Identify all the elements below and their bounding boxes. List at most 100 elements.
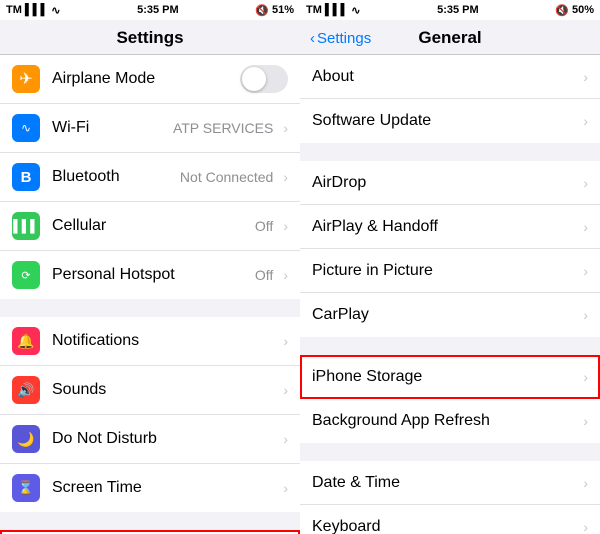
- left-status-left: TM ▌▌▌ ∿: [6, 4, 61, 17]
- screentime-chevron: ›: [283, 480, 288, 496]
- wifi-label: Wi-Fi: [52, 119, 173, 137]
- back-chevron: ‹: [310, 30, 315, 47]
- row-about[interactable]: About ›: [300, 55, 600, 99]
- left-status-right: 🔇 51%: [255, 4, 294, 17]
- datetime-group: Date & Time › Keyboard › Fonts ›: [300, 461, 600, 534]
- left-settings-list: ✈ Airplane Mode ∿ Wi-Fi ATP SERVICES › B…: [0, 55, 300, 534]
- airplay-chevron: ›: [583, 219, 588, 235]
- backgroundapprefresh-chevron: ›: [583, 413, 588, 429]
- screentime-label: Screen Time: [52, 479, 279, 497]
- back-label[interactable]: Settings: [317, 30, 371, 47]
- row-hotspot[interactable]: ⟳ Personal Hotspot Off ›: [0, 251, 300, 299]
- back-button[interactable]: ‹ Settings: [310, 30, 371, 47]
- row-donotdisturb[interactable]: 🌙 Do Not Disturb ›: [0, 415, 300, 464]
- iphonestorage-label: iPhone Storage: [312, 368, 579, 386]
- right-panel: TM ▌▌▌ ∿ 5:35 PM 🔇 50% ‹ Settings Genera…: [300, 0, 600, 534]
- cellular-icon: ▌▌▌: [12, 212, 40, 240]
- wifi-icon: ∿: [12, 114, 40, 142]
- hotspot-value: Off: [255, 267, 273, 283]
- datetime-chevron: ›: [583, 475, 588, 491]
- wifi-icon-right: ∿: [351, 4, 360, 17]
- row-airplane[interactable]: ✈ Airplane Mode: [0, 55, 300, 104]
- row-keyboard[interactable]: Keyboard ›: [300, 505, 600, 534]
- row-general[interactable]: ⚙ General ›: [0, 530, 300, 534]
- row-cellular[interactable]: ▌▌▌ Cellular Off ›: [0, 202, 300, 251]
- time-left: 5:35 PM: [137, 4, 179, 16]
- airplane-toggle[interactable]: [240, 65, 288, 93]
- right-title: General: [418, 28, 481, 48]
- left-title: Settings: [116, 28, 183, 47]
- keyboard-label: Keyboard: [312, 518, 579, 534]
- signal-left: ▌▌▌: [25, 4, 48, 16]
- right-status-left: TM ▌▌▌ ∿: [306, 4, 361, 17]
- pictureinpicture-chevron: ›: [583, 263, 588, 279]
- about-label: About: [312, 68, 579, 86]
- hotspot-chevron: ›: [283, 267, 288, 283]
- divider-2: [0, 512, 300, 530]
- datetime-label: Date & Time: [312, 474, 579, 492]
- wifi-icon-left: ∿: [51, 4, 60, 17]
- pictureinpicture-label: Picture in Picture: [312, 262, 579, 280]
- right-status-bar: TM ▌▌▌ ∿ 5:35 PM 🔇 50%: [300, 0, 600, 20]
- row-screentime[interactable]: ⌛ Screen Time ›: [0, 464, 300, 512]
- wifi-chevron: ›: [283, 120, 288, 136]
- general-group: ⚙ General › ⊞ Control Center › AA Displa…: [0, 530, 300, 534]
- battery-pct-right: 50%: [572, 4, 594, 16]
- notifications-group: 🔔 Notifications › 🔊 Sounds › 🌙 Do Not Di…: [0, 317, 300, 512]
- right-divider-3: [300, 443, 600, 461]
- bluetooth-icon: B: [12, 163, 40, 191]
- about-chevron: ›: [583, 69, 588, 85]
- row-bluetooth[interactable]: B Bluetooth Not Connected ›: [0, 153, 300, 202]
- row-backgroundapprefresh[interactable]: Background App Refresh ›: [300, 399, 600, 443]
- softwareupdate-label: Software Update: [312, 112, 579, 130]
- iphonestorage-chevron: ›: [583, 369, 588, 385]
- right-status-right: 🔇 50%: [555, 4, 594, 17]
- right-panel-header: ‹ Settings General: [300, 20, 600, 55]
- sounds-label: Sounds: [52, 381, 279, 399]
- left-panel: TM ▌▌▌ ∿ 5:35 PM 🔇 51% Settings ✈ Airpla…: [0, 0, 300, 534]
- right-divider-1: [300, 143, 600, 161]
- carrier-right: TM: [306, 4, 322, 16]
- softwareupdate-chevron: ›: [583, 113, 588, 129]
- battery-pct-left: 51%: [272, 4, 294, 16]
- airplay-label: AirPlay & Handoff: [312, 218, 579, 236]
- notifications-icon: 🔔: [12, 327, 40, 355]
- hotspot-label: Personal Hotspot: [52, 266, 255, 284]
- divider-1: [0, 299, 300, 317]
- row-datetime[interactable]: Date & Time ›: [300, 461, 600, 505]
- airdrop-chevron: ›: [583, 175, 588, 191]
- bluetooth-value: Not Connected: [180, 169, 273, 185]
- notifications-chevron: ›: [283, 333, 288, 349]
- row-pictureinpicture[interactable]: Picture in Picture ›: [300, 249, 600, 293]
- row-softwareupdate[interactable]: Software Update ›: [300, 99, 600, 143]
- row-carplay[interactable]: CarPlay ›: [300, 293, 600, 337]
- row-airplay[interactable]: AirPlay & Handoff ›: [300, 205, 600, 249]
- row-airdrop[interactable]: AirDrop ›: [300, 161, 600, 205]
- left-status-bar: TM ▌▌▌ ∿ 5:35 PM 🔇 51%: [0, 0, 300, 20]
- right-settings-list: About › Software Update › AirDrop › AirP…: [300, 55, 600, 534]
- right-divider-2: [300, 337, 600, 355]
- row-notifications[interactable]: 🔔 Notifications ›: [0, 317, 300, 366]
- airplane-icon: ✈: [12, 65, 40, 93]
- signal-right: ▌▌▌: [325, 4, 348, 16]
- time-right: 5:35 PM: [437, 4, 479, 16]
- sounds-chevron: ›: [283, 382, 288, 398]
- backgroundapprefresh-label: Background App Refresh: [312, 412, 579, 430]
- battery-icon-left: 🔇: [255, 4, 269, 17]
- row-wifi[interactable]: ∿ Wi-Fi ATP SERVICES ›: [0, 104, 300, 153]
- carplay-label: CarPlay: [312, 306, 579, 324]
- row-sounds[interactable]: 🔊 Sounds ›: [0, 366, 300, 415]
- donotdisturb-chevron: ›: [283, 431, 288, 447]
- airdrop-group: AirDrop › AirPlay & Handoff › Picture in…: [300, 161, 600, 337]
- carrier-left: TM: [6, 4, 22, 16]
- keyboard-chevron: ›: [583, 519, 588, 534]
- notifications-label: Notifications: [52, 332, 279, 350]
- cellular-label: Cellular: [52, 217, 255, 235]
- wifi-value: ATP SERVICES: [173, 120, 273, 136]
- bluetooth-label: Bluetooth: [52, 168, 180, 186]
- cellular-chevron: ›: [283, 218, 288, 234]
- row-iphonestorage[interactable]: iPhone Storage ›: [300, 355, 600, 399]
- left-panel-header: Settings: [0, 20, 300, 55]
- airplane-label: Airplane Mode: [52, 70, 240, 88]
- about-group: About › Software Update ›: [300, 55, 600, 143]
